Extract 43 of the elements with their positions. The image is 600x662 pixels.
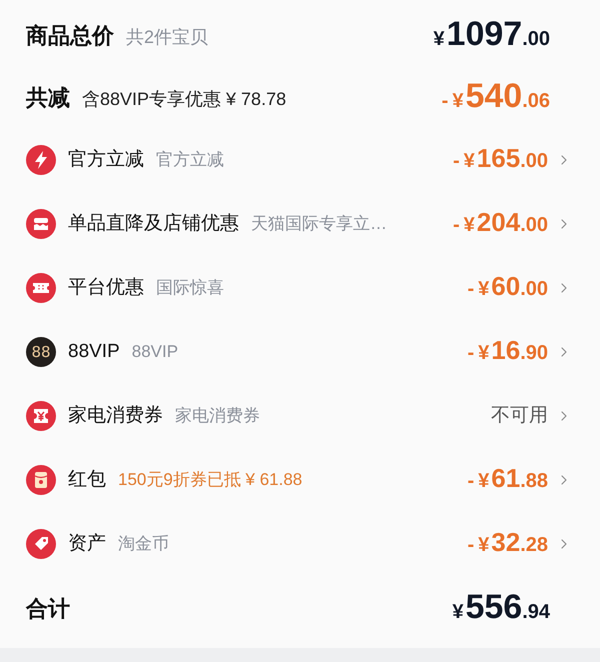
row-label: 官方立减 [68,148,144,172]
row-label: 单品直降及店铺优惠 [68,212,239,236]
discount-note: 含88VIP专享优惠 ¥ 78.78 [82,88,286,110]
price: - ¥60.00 [467,272,548,302]
price: ¥1097.00 [433,16,550,54]
price: - ¥32.28 [467,528,548,558]
item-count: 共2件宝贝 [126,26,208,48]
vip-badge-icon: 88 [26,337,56,367]
price: ¥556.94 [452,590,550,626]
row-note: 150元9折券已抵 ¥ 61.88 [118,469,302,492]
row-label: 平台优惠 [68,276,144,300]
discount-row[interactable]: 红包 150元9折券已抵 ¥ 61.88 - ¥61.88 [0,448,600,512]
row-note: 淘金币 [118,533,169,556]
status-text: 不可用 [491,404,548,428]
price: - ¥204.00 [453,208,548,238]
row-note: 天猫国际专享立… [251,213,387,236]
coupon-icon [26,401,56,431]
row-note: 国际惊喜 [156,277,224,300]
ticket-icon [26,273,56,303]
price: - ¥165.00 [453,144,548,174]
row-label: 88VIP [68,340,120,364]
row-label: 家电消费券 [68,404,163,428]
envelope-icon [26,465,56,495]
discount-row[interactable]: 88 88VIP 88VIP - ¥16.90 [0,320,600,384]
total-label: 合计 [26,594,70,622]
price: - ¥540.06 [442,78,550,116]
lightning-icon [26,145,56,175]
discount-row[interactable]: 官方立减 官方立减 - ¥165.00 [0,128,600,192]
row-note: 官方立减 [156,149,224,172]
price: - ¥61.88 [467,464,548,494]
row-note: 家电消费券 [175,405,260,428]
discount-label: 共减 [26,84,70,112]
row-label: 红包 [68,468,106,492]
tag-icon [26,529,56,559]
shop-icon [26,209,56,239]
discount-row[interactable]: 单品直降及店铺优惠 天猫国际专享立… - ¥204.00 [0,192,600,256]
row-label: 资产 [68,532,106,556]
discount-row[interactable]: 平台优惠 国际惊喜 - ¥60.00 [0,256,600,320]
row-note: 88VIP [132,341,178,364]
discount-row[interactable]: 家电消费券 家电消费券 不可用 [0,384,600,448]
subtotal-label: 商品总价 [26,22,114,50]
discount-row[interactable]: 资产 淘金币 - ¥32.28 [0,512,600,576]
price: - ¥16.90 [467,336,548,366]
